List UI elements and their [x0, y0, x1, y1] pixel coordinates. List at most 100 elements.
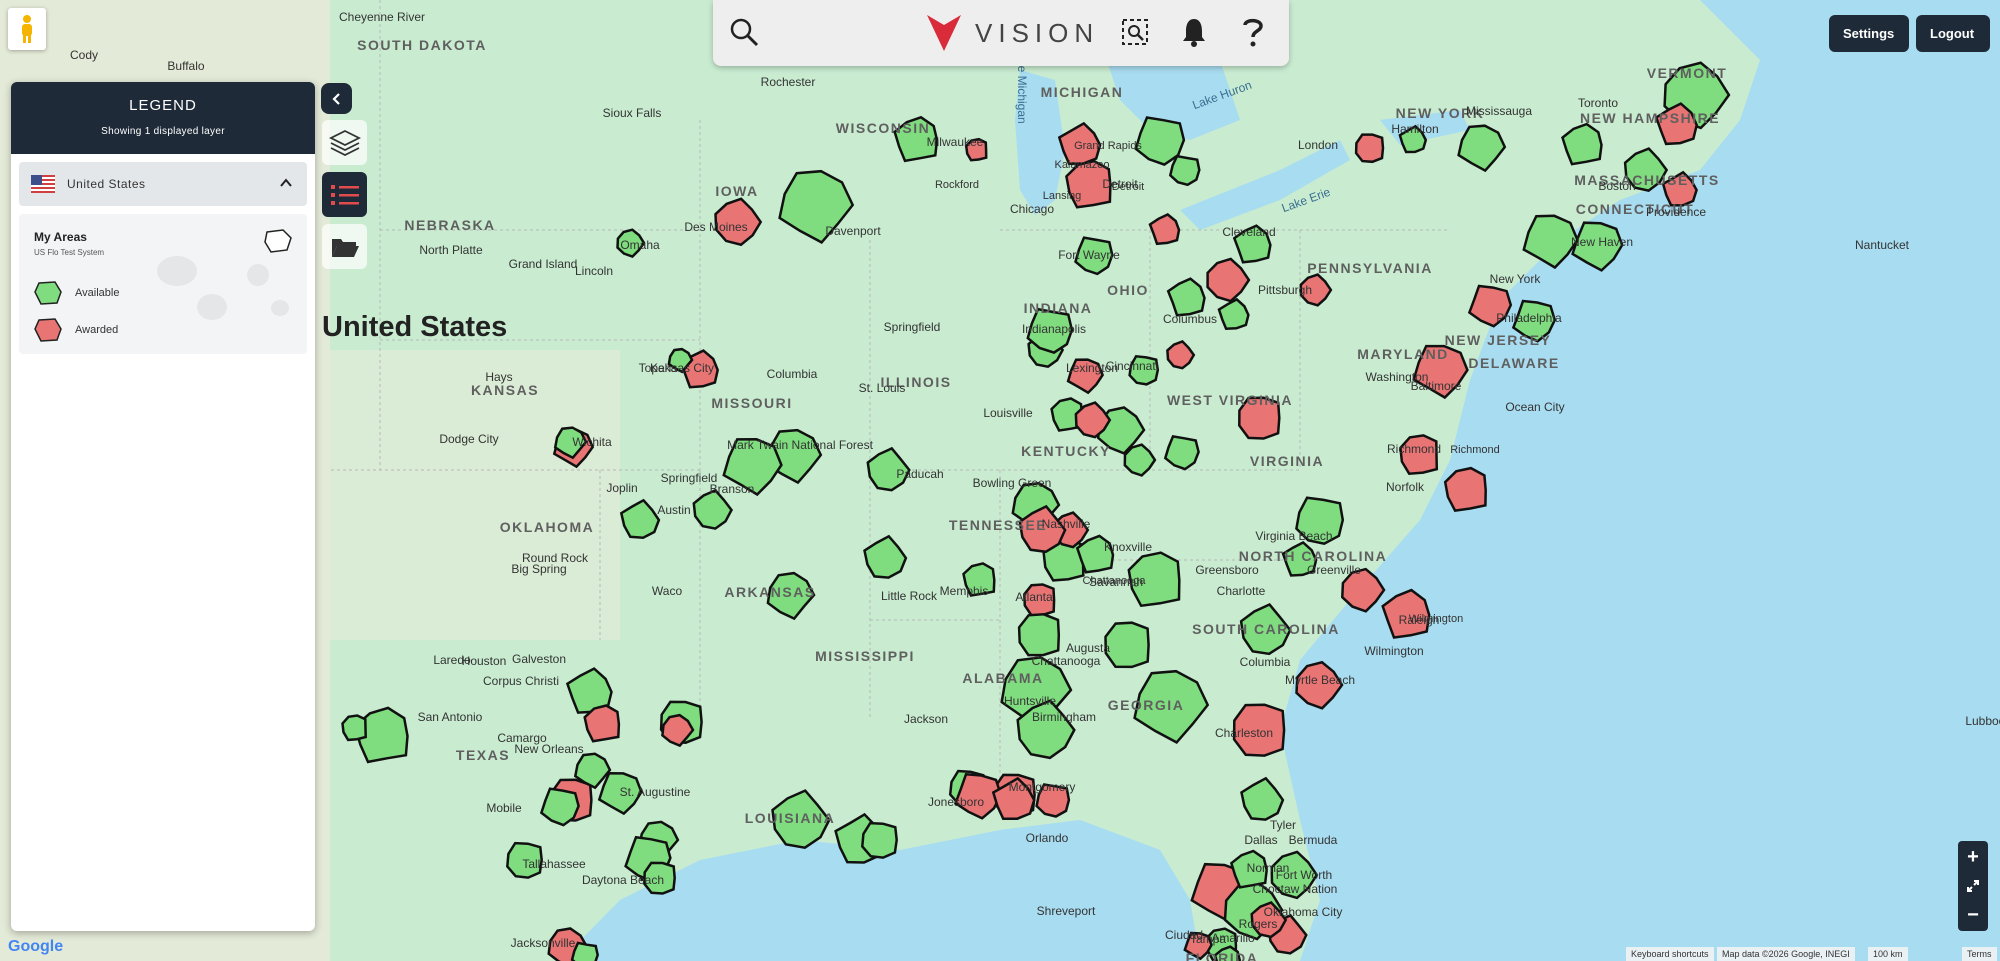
state-label: ALABAMA	[962, 670, 1044, 686]
city-label: Ocean City	[1505, 400, 1565, 414]
city-label: Louisville	[983, 406, 1033, 420]
us-flag-icon	[31, 175, 55, 193]
city-label: Dodge City	[439, 432, 499, 446]
city-label: Charlotte	[1216, 584, 1266, 598]
available-swatch-icon	[34, 281, 62, 305]
legend-key-available: Available	[33, 280, 119, 306]
city-label: Daytona Beach	[581, 873, 665, 887]
decorative-bubble	[197, 294, 227, 320]
collapse-legend-button[interactable]	[321, 83, 352, 114]
state-label: PENNSYLVANIA	[1307, 260, 1433, 276]
legend-title: LEGEND	[129, 97, 197, 114]
city-label: Corpus Christi	[482, 674, 560, 688]
state-label: WEST VIRGINIA	[1166, 392, 1294, 408]
polygon-outline-icon	[264, 229, 292, 253]
city-label: Lexington	[1065, 361, 1119, 375]
state-label: KENTUCKY	[1021, 443, 1111, 459]
city-label: Charleston	[1214, 726, 1274, 740]
legend-panel: LEGEND Showing 1 displayed layer United …	[11, 82, 315, 931]
city-label: Springfield	[883, 320, 941, 334]
state-label: NEW HAMPSHIRE	[1579, 110, 1721, 126]
city-label: Greenville	[1306, 563, 1362, 577]
help-button[interactable]	[1235, 14, 1271, 50]
city-label: Mark Twain National Forest	[727, 438, 873, 452]
city-label: Columbus	[1162, 312, 1218, 326]
list-icon	[330, 184, 359, 205]
state-label: NEW JERSEY	[1444, 332, 1552, 348]
city-label: Cheyenne River	[338, 10, 426, 24]
city-label: Milwaukee	[926, 135, 984, 149]
dense-city-label: Detroit	[1111, 181, 1145, 193]
city-label: Dallas	[1244, 833, 1278, 847]
chevron-up-icon[interactable]	[279, 176, 293, 190]
available-area-polygon[interactable]	[1104, 621, 1150, 669]
folder-open-icon	[331, 238, 359, 257]
zoom-out-button[interactable]: −	[1967, 905, 1979, 925]
country-name: United States	[67, 177, 146, 191]
city-label: Shreveport	[1036, 904, 1096, 918]
awarded-swatch-icon	[34, 318, 62, 342]
city-label: Ciudad	[1164, 928, 1204, 942]
scale-bar: 100 km	[1868, 947, 1908, 961]
layers-button[interactable]	[322, 120, 367, 165]
dense-city-label: Chattanooga	[1082, 575, 1146, 587]
keyboard-shortcuts-link[interactable]: Keyboard shortcuts	[1626, 947, 1714, 961]
notifications-button[interactable]	[1176, 14, 1212, 50]
city-label: Columbia	[1239, 655, 1291, 669]
state-label: MARYLAND	[1357, 346, 1449, 362]
available-area-polygon[interactable]	[1168, 154, 1201, 187]
list-view-button[interactable]	[322, 172, 367, 217]
awarded-area-polygon[interactable]	[583, 704, 621, 743]
terms-link[interactable]: Terms	[1962, 947, 1997, 961]
country-row[interactable]: United States	[19, 162, 307, 206]
question-mark-icon	[1243, 18, 1263, 47]
zoom-in-button[interactable]: +	[1967, 847, 1979, 867]
area-select-button[interactable]	[1117, 14, 1153, 50]
logout-button[interactable]: Logout	[1916, 15, 1990, 52]
city-label: Lubbock	[1965, 714, 2000, 728]
city-label: Mobile	[486, 801, 522, 815]
city-label: Davenport	[825, 224, 881, 238]
state-label: TEXAS	[455, 747, 511, 763]
city-label: Boston	[1598, 179, 1636, 193]
area-search-icon	[1122, 19, 1148, 45]
state-label: DELAWARE	[1468, 355, 1560, 371]
city-label: Chattanooga	[1031, 654, 1101, 668]
folder-button[interactable]	[322, 224, 367, 269]
state-label: OKLAHOMA	[499, 519, 595, 535]
map-data-attribution: Map data ©2026 Google, INEGI	[1717, 947, 1855, 961]
awarded-area-polygon[interactable]	[1443, 466, 1487, 512]
layers-icon	[328, 129, 361, 156]
city-label: Galveston	[511, 652, 567, 666]
available-area-polygon[interactable]	[570, 941, 599, 961]
city-label: Providence	[1645, 205, 1707, 219]
city-label: Chicago	[1009, 202, 1055, 216]
city-label: Tyler	[1269, 818, 1297, 832]
city-label: Atlanta	[1015, 590, 1053, 604]
layer-card: My Areas US Flo Test System Available Aw…	[19, 214, 307, 354]
city-label: Nashville	[1041, 517, 1091, 531]
available-area-polygon[interactable]	[861, 821, 898, 859]
google-logo: Google	[8, 938, 64, 955]
city-label: Norfolk	[1385, 480, 1425, 494]
city-label: Hamilton	[1391, 122, 1439, 136]
city-label: Memphis	[939, 584, 989, 598]
available-area-polygon[interactable]	[1017, 613, 1061, 657]
street-view-pegman[interactable]	[8, 8, 46, 50]
city-label: Laredo	[433, 653, 471, 667]
legend-header: LEGEND Showing 1 displayed layer	[11, 82, 315, 154]
zoom-control: + −	[1958, 841, 1988, 931]
city-label: Huntsville	[1003, 694, 1057, 708]
state-label: MASSACHUSETTS	[1574, 172, 1720, 188]
available-area-polygon[interactable]	[341, 714, 367, 742]
city-label: Round Rock	[521, 551, 589, 565]
search-button[interactable]	[726, 14, 762, 50]
fullscreen-icon[interactable]	[1966, 879, 1980, 893]
settings-button[interactable]: Settings	[1829, 15, 1909, 52]
city-label: Augusta	[1065, 641, 1111, 655]
city-label: Wilmington	[1364, 644, 1424, 658]
awarded-area-polygon[interactable]	[1354, 133, 1385, 164]
city-label: Toronto	[1577, 96, 1619, 110]
legend-subtitle: Showing 1 displayed layer	[101, 126, 225, 137]
dense-city-label: Richmond	[1450, 444, 1500, 456]
